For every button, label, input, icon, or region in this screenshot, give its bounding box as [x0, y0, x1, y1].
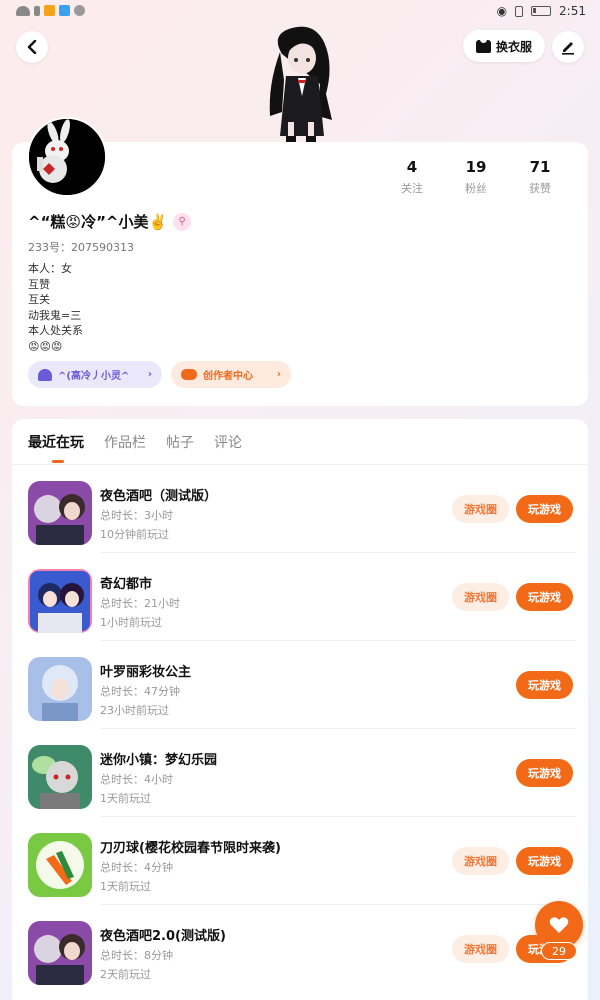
active-tab-indicator	[52, 460, 64, 463]
app-notification-icon	[59, 5, 70, 16]
game-row[interactable]: 夜色酒吧（测试版） 总时长：3小时 10分钟前玩过 游戏圈 玩游戏	[12, 465, 588, 553]
change-outfit-label: 换衣服	[495, 39, 532, 54]
profile-avatar[interactable]	[27, 117, 107, 197]
game-duration: 总时长：47分钟	[100, 685, 180, 698]
rabbit-avatar-image	[29, 119, 105, 195]
game-circle-button[interactable]: 游戏圈	[452, 935, 509, 963]
game-duration: 总时长：4小时	[100, 773, 173, 786]
profile-stats: 4 关注 19 粉丝 71 获赞	[380, 158, 580, 196]
status-icons-left	[16, 5, 85, 16]
search-badge-icon[interactable]: ⚲	[173, 212, 192, 231]
game-title: 叶罗丽彩妆公主	[100, 665, 192, 680]
bio: 本人：女 互赞 互关 动我鬼=三 本人处关系 😡😡😡	[28, 261, 83, 354]
username-row: ^“糕😡冷”^小美✌️ ⚲	[28, 211, 192, 232]
status-time: 2:51	[559, 4, 586, 18]
game-duration: 总时长：4分钟	[100, 861, 173, 874]
heart-icon	[38, 368, 52, 381]
game-row[interactable]: 刀刃球(樱花校园春节限时来袭) 总时长：4分钟 1天前玩过 游戏圈 玩游戏	[12, 817, 588, 905]
game-icon	[28, 481, 92, 545]
game-circle-button[interactable]: 游戏圈	[452, 495, 509, 523]
game-title: 奇幻都市	[100, 577, 153, 592]
play-game-button[interactable]: 玩游戏	[516, 847, 573, 875]
wifi-icon	[16, 5, 30, 16]
stat-label: 粉丝	[465, 182, 487, 195]
bio-line: 动我鬼=三	[28, 308, 82, 322]
play-game-button[interactable]: 玩游戏	[516, 583, 573, 611]
tab-recently-played[interactable]: 最近在玩	[28, 432, 84, 452]
game-row[interactable]: 夜色酒吧2.0(测试版) 总时长：8分钟 2天前玩过 游戏圈 玩游戏	[12, 905, 588, 993]
change-outfit-button[interactable]: 换衣服	[463, 30, 545, 62]
bio-line: 互赞	[28, 277, 50, 291]
user-id: 233号：207590313	[28, 241, 134, 254]
game-icon	[28, 921, 92, 985]
heart-icon	[549, 917, 569, 933]
bio-line: 互关	[28, 293, 50, 306]
game-circle-button[interactable]: 游戏圈	[452, 847, 509, 875]
game-icon	[28, 745, 92, 809]
group-pill-button[interactable]: ^(高冷丿小灵^ ›	[28, 361, 162, 388]
stat-label: 获赞	[529, 182, 551, 195]
stat-likes[interactable]: 71 获赞	[508, 158, 572, 196]
game-title: 夜色酒吧（测试版）	[100, 489, 218, 504]
game-title: 迷你小镇：梦幻乐园	[100, 753, 218, 768]
chevron-left-icon	[27, 40, 37, 54]
game-title: 夜色酒吧2.0(测试版)	[100, 929, 226, 944]
pencil-icon	[562, 42, 574, 55]
game-row[interactable]: 叶罗丽彩妆公主 总时长：47分钟 23小时前玩过 玩游戏	[12, 641, 588, 729]
game-last-played: 23小时前玩过	[100, 704, 169, 717]
bio-line: 😡😡😡	[28, 339, 63, 353]
game-last-played: 10分钟前玩过	[100, 528, 169, 541]
play-game-button[interactable]: 玩游戏	[516, 759, 573, 787]
stat-value: 4	[406, 158, 418, 176]
eye-comfort-icon: ◉	[496, 4, 508, 18]
game-circle-button[interactable]: 游戏圈	[452, 583, 509, 611]
back-button[interactable]	[16, 31, 48, 63]
edit-profile-button[interactable]	[552, 31, 584, 63]
creator-center-button[interactable]: 创作者中心 ›	[171, 361, 291, 388]
chevron-right-icon: ›	[147, 369, 152, 380]
game-duration: 总时长：8分钟	[100, 949, 173, 962]
status-icons-right: ◉ 2:51	[497, 4, 586, 18]
character-avatar[interactable]	[262, 24, 338, 142]
bio-line: 本人：女	[28, 262, 72, 275]
chevron-right-icon: ›	[276, 369, 281, 380]
play-game-button[interactable]: 玩游戏	[516, 671, 573, 699]
profile-tabs: 最近在玩 作品栏 帖子 评论	[28, 432, 242, 452]
tab-comments[interactable]: 评论	[214, 432, 242, 452]
game-icon	[28, 833, 92, 897]
play-game-button[interactable]: 玩游戏	[516, 495, 573, 523]
game-last-played: 1小时前玩过	[100, 616, 162, 629]
game-icon	[28, 657, 92, 721]
game-last-played: 1天前玩过	[100, 880, 151, 893]
game-title: 刀刃球(樱花校园春节限时来袭)	[100, 841, 281, 856]
group-pill-label: ^(高冷丿小灵^	[58, 371, 130, 382]
game-icon	[28, 569, 92, 633]
status-bar: ◉ 2:51	[0, 0, 600, 24]
stat-value: 19	[465, 158, 487, 176]
gamepad-icon	[181, 369, 197, 380]
creator-center-label: 创作者中心	[203, 371, 253, 382]
game-duration: 总时长：3小时	[100, 509, 173, 522]
game-row[interactable]: 奇幻都市 总时长：21小时 1小时前玩过 游戏圈 玩游戏	[12, 553, 588, 641]
tab-works[interactable]: 作品栏	[104, 432, 146, 452]
stat-value: 71	[529, 158, 551, 176]
like-count-badge: 29	[541, 942, 577, 960]
game-last-played: 2天前玩过	[100, 968, 151, 981]
stat-label: 关注	[401, 182, 423, 195]
sim-icon	[34, 5, 40, 16]
game-duration: 总时长：21小时	[100, 597, 180, 610]
shirt-icon	[475, 38, 491, 53]
bio-line: 本人处关系	[28, 324, 83, 337]
tab-posts[interactable]: 帖子	[166, 432, 194, 452]
battery-icon	[531, 6, 552, 16]
stat-following[interactable]: 4 关注	[380, 158, 444, 196]
game-last-played: 1天前玩过	[100, 792, 151, 805]
app-notification-icon	[44, 5, 55, 16]
game-row[interactable]: 迷你小镇：梦幻乐园 总时长：4小时 1天前玩过 玩游戏	[12, 729, 588, 817]
username: ^“糕😡冷”^小美✌️	[28, 213, 168, 231]
stat-followers[interactable]: 19 粉丝	[444, 158, 508, 196]
wechat-icon	[74, 5, 85, 16]
vibrate-icon	[515, 5, 524, 17]
